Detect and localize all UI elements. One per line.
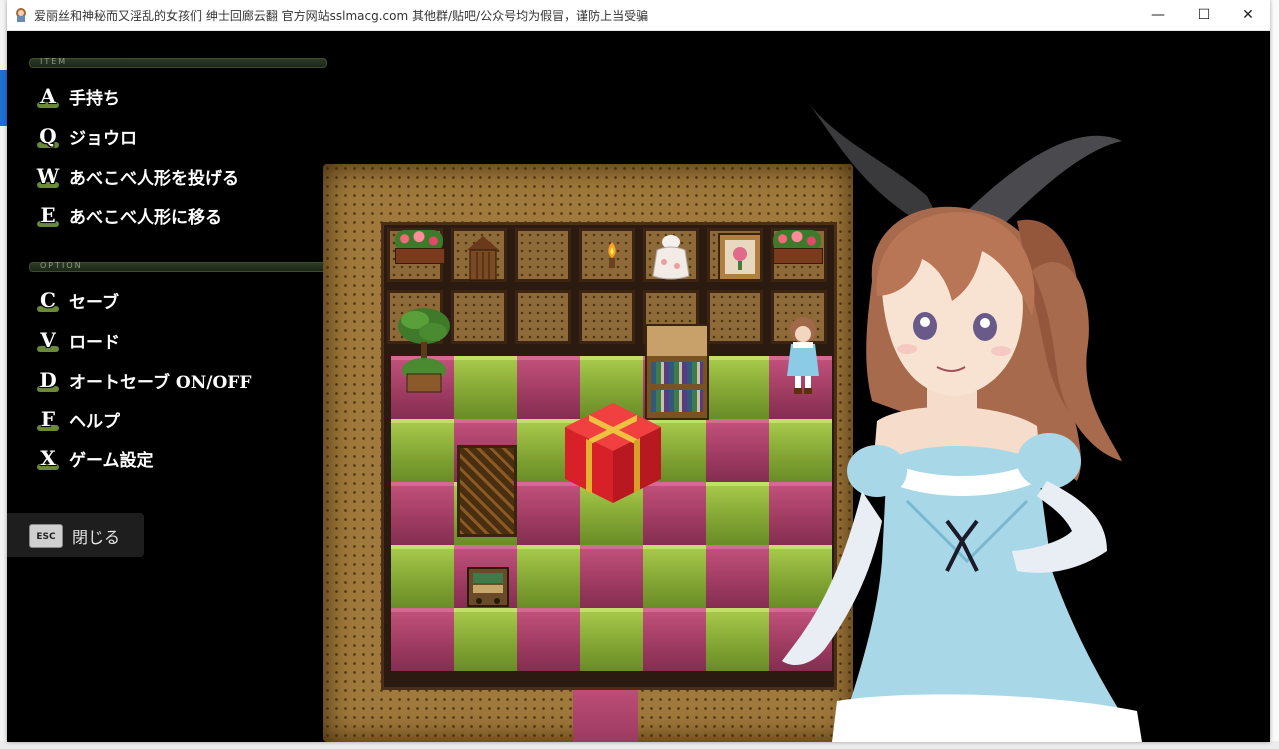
game-window: 爱丽丝和神秘而又淫乱的女孩们 绅士回廊云翻 官方网站sslmacg.com 其他…: [7, 0, 1270, 742]
close-menu-label: 閉じる: [72, 528, 121, 547]
floor-tile: [580, 545, 643, 608]
option-section-header: OPTION: [29, 261, 327, 272]
minimize-icon: —: [1151, 7, 1165, 23]
menu-option-label: ヘルプ: [69, 411, 120, 432]
key-d-icon: D: [35, 368, 61, 392]
floor-tile: [643, 608, 706, 671]
menu-option-label: ロード: [69, 332, 120, 353]
key-c-icon: C: [35, 288, 61, 312]
maximize-icon: ☐: [1197, 7, 1211, 23]
floor-tile: [517, 545, 580, 608]
menu-option-save[interactable]: C セーブ: [35, 287, 119, 313]
floor-tile: [454, 608, 517, 671]
menu-item-throw-doll[interactable]: W あべこべ人形を投げる: [35, 163, 239, 189]
option-section-label: OPTION: [40, 261, 83, 270]
menu-option-load[interactable]: V ロード: [35, 327, 120, 353]
menu-option-label: ゲーム設定: [69, 450, 154, 471]
birdhouse-icon: [467, 236, 499, 281]
esc-key-icon: ESC: [29, 524, 63, 548]
room-map[interactable]: [323, 164, 853, 742]
wall-shelf-cell: [579, 290, 635, 344]
floor-tile: [706, 608, 769, 671]
game-viewport[interactable]: ITEM A 手持ち Q ジョウロ W あべこべ人形を投げる E あべこべ人形に…: [7, 31, 1270, 742]
menu-option-game-settings[interactable]: X ゲーム設定: [35, 445, 154, 471]
key-w-icon: W: [36, 164, 60, 188]
key-e-icon: E: [35, 203, 61, 227]
floor-tile: [706, 419, 769, 482]
close-button[interactable]: ✕: [1225, 0, 1271, 30]
window-title: 爱丽丝和神秘而又淫乱的女孩们 绅士回廊云翻 官方网站sslmacg.com 其他…: [34, 9, 649, 23]
menu-option-help[interactable]: F ヘルプ: [35, 406, 120, 432]
wooden-trellis: [457, 445, 517, 537]
menu-option-label: セーブ: [69, 292, 119, 313]
menu-item-label: ジョウロ: [69, 128, 137, 149]
menu-item-label: あべこべ人形を投げる: [69, 168, 239, 189]
floor-tile: [706, 545, 769, 608]
dress-mannequin-icon: [652, 235, 690, 280]
floor-tile: [706, 482, 769, 545]
key-f-icon: F: [35, 407, 61, 431]
key-v-icon: V: [35, 328, 61, 352]
background-window-edge-bottom: [0, 741, 1279, 749]
alice-portrait: [782, 101, 1142, 742]
key-q-icon: Q: [35, 124, 61, 148]
floor-tile: [391, 608, 454, 671]
menu-option-autosave[interactable]: D オートセーブ ON/OFF: [35, 367, 251, 393]
floor-tile: [391, 482, 454, 545]
floor-tile: [517, 608, 580, 671]
book-cart: [467, 567, 509, 607]
app-icon: [16, 8, 26, 22]
wall-shelf-cell: [451, 290, 507, 344]
key-a-icon: A: [35, 84, 61, 108]
potted-palm: [395, 304, 453, 396]
floor-tile: [706, 356, 769, 419]
wall-shelf-cell: [515, 290, 571, 344]
item-section-header: ITEM: [29, 57, 327, 68]
painting-frame-icon: [718, 233, 762, 281]
key-x-icon: X: [35, 446, 61, 470]
close-icon: ✕: [1242, 7, 1254, 23]
flowerbox-left: [393, 230, 445, 264]
menu-item-hold[interactable]: A 手持ち: [35, 83, 120, 109]
wall-shelf-cell: [707, 290, 763, 344]
gift-box-icon[interactable]: [563, 401, 663, 505]
floor-tile: [454, 356, 517, 419]
item-section-label: ITEM: [40, 57, 68, 66]
menu-item-move-to-doll[interactable]: E あべこべ人形に移る: [35, 202, 222, 228]
torch-icon: [608, 242, 616, 268]
close-menu-button[interactable]: ESC 閉じる: [7, 513, 144, 557]
maximize-button[interactable]: ☐: [1181, 0, 1227, 30]
exit-corridor: [573, 684, 638, 742]
wall-shelf-cell: [515, 228, 571, 282]
menu-item-label: 手持ち: [69, 88, 120, 109]
floor-tile: [580, 608, 643, 671]
title-bar[interactable]: 爱丽丝和神秘而又淫乱的女孩们 绅士回廊云翻 官方网站sslmacg.com 其他…: [7, 0, 1270, 31]
floor-tile: [643, 545, 706, 608]
floor-tile: [391, 419, 454, 482]
minimize-button[interactable]: —: [1135, 0, 1181, 30]
floor-tile: [391, 545, 454, 608]
menu-option-label: オートセーブ ON/OFF: [69, 372, 252, 393]
menu-item-label: あべこべ人形に移る: [69, 207, 222, 228]
menu-item-watering-can[interactable]: Q ジョウロ: [35, 123, 137, 149]
